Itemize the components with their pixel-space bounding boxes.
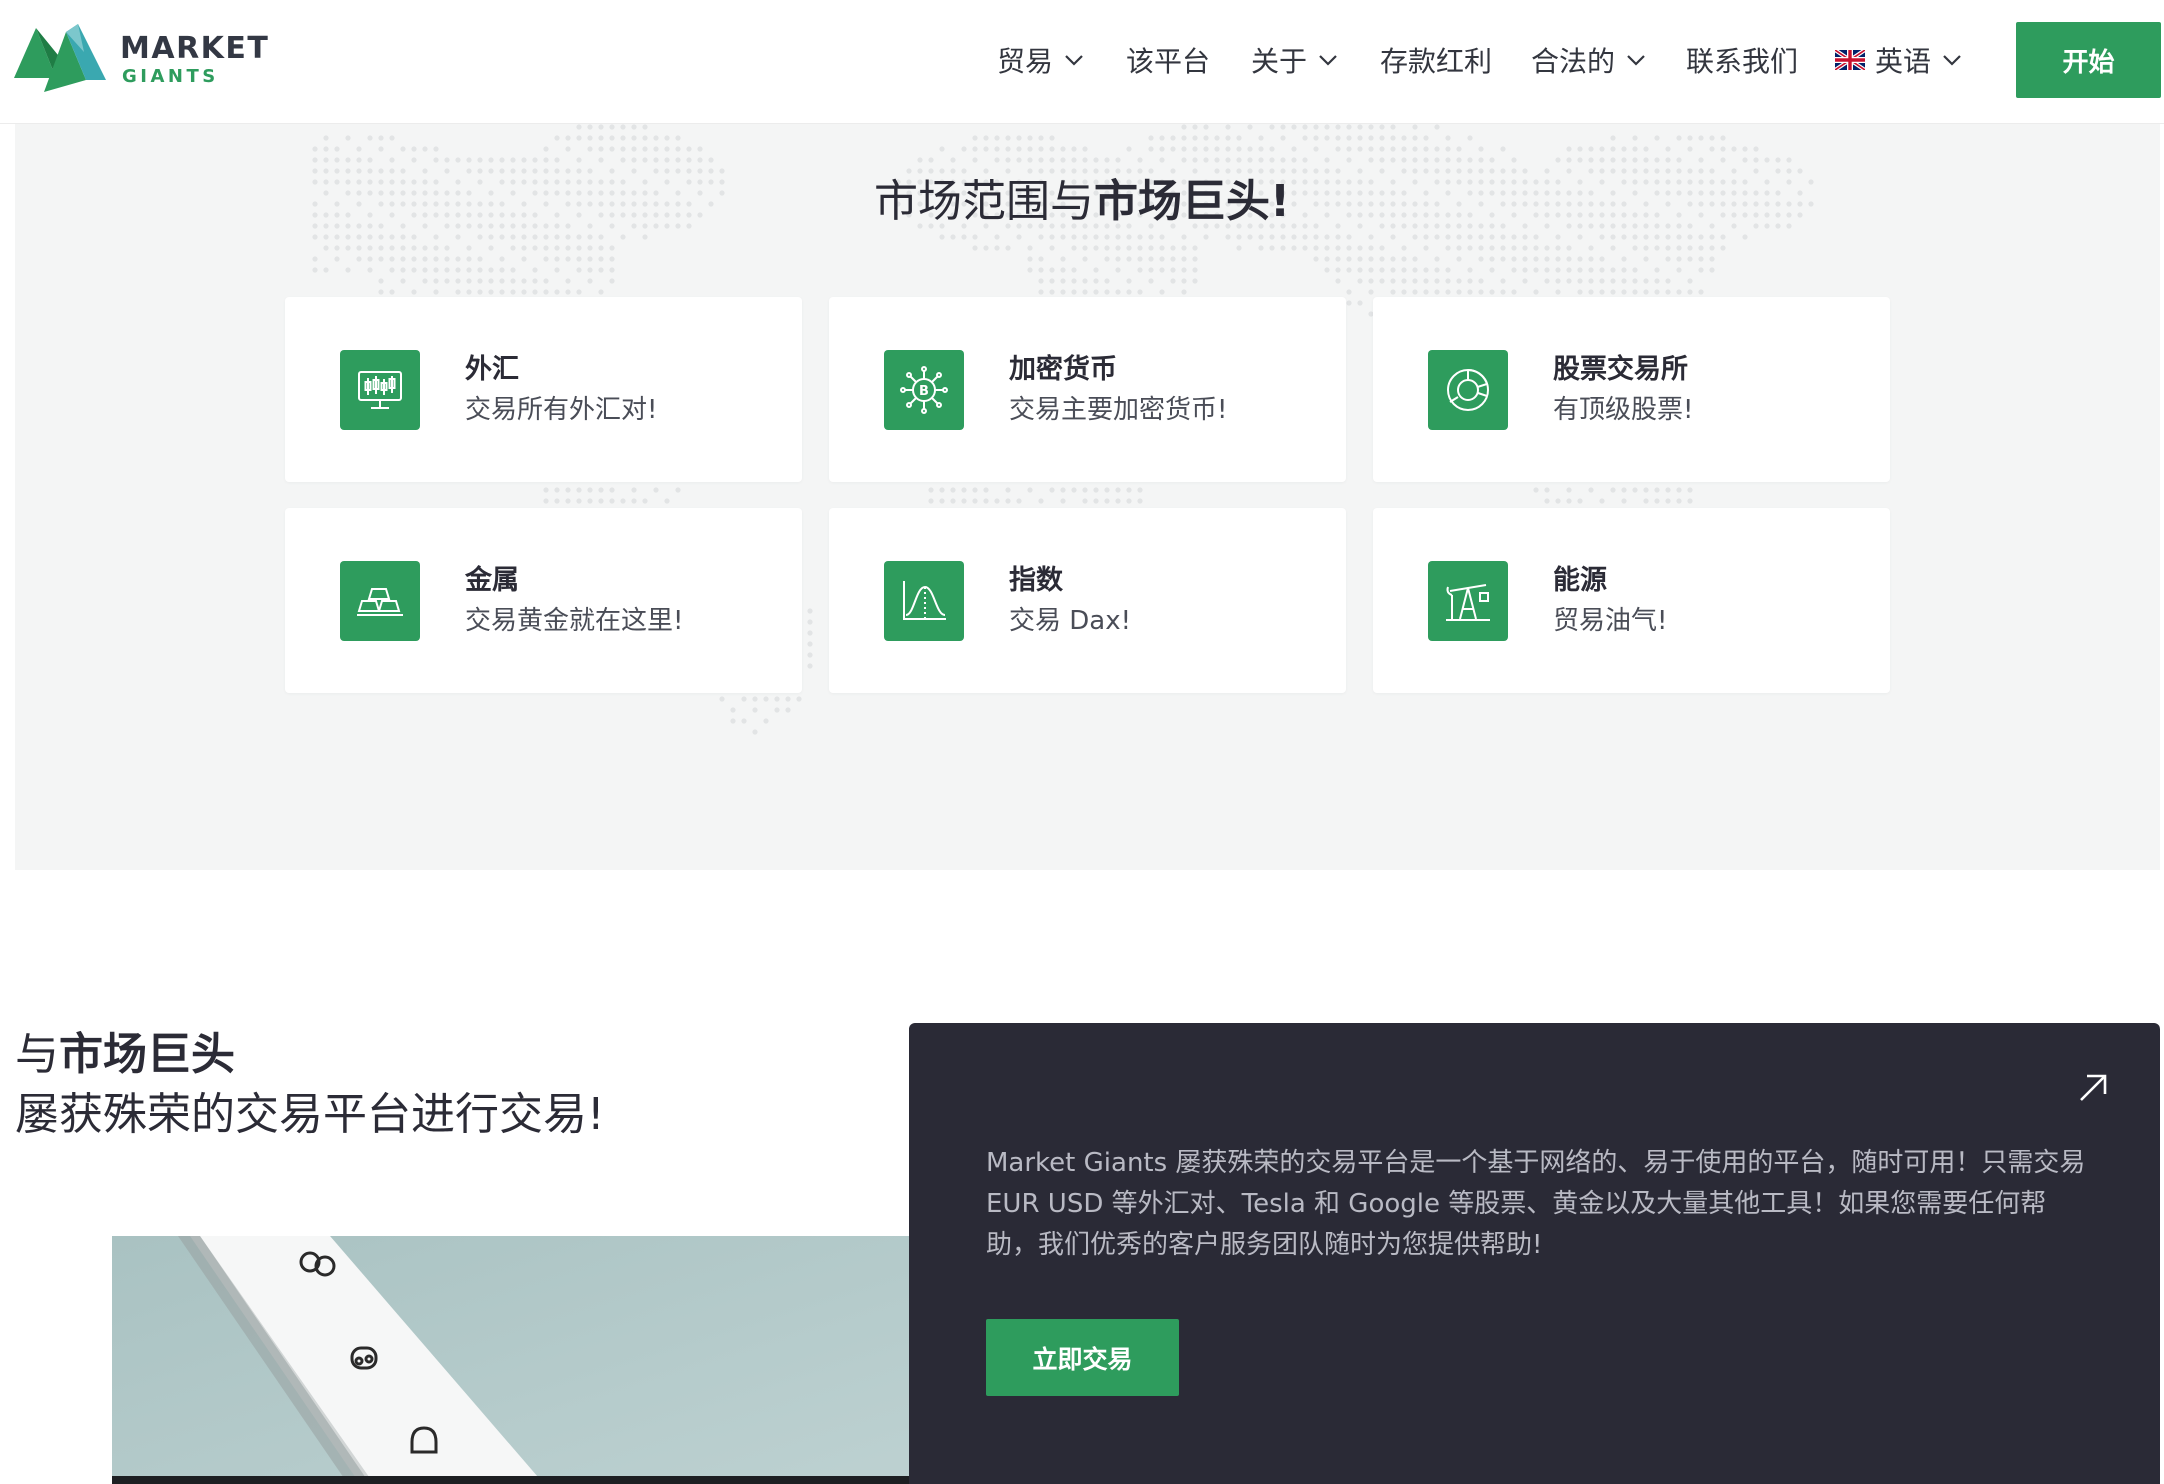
market-card-icon: B [884,350,964,430]
market-card-title: 金属 [465,565,519,596]
nav-item-legal[interactable]: 合法的 [1531,40,1647,80]
market-card-title: 指数 [1009,565,1063,596]
market-card-forex[interactable]: 外汇 交易所有外汇对! [285,297,802,482]
market-card-icon [1428,350,1508,430]
platform-description: Market Giants 屡获殊荣的交易平台是一个基于网络的、易于使用的平台，… [986,1148,2086,1260]
market-card-icon [340,350,420,430]
market-card-title: 股票交易所 [1553,354,1688,385]
markets-section [15,123,2160,870]
market-card-title: 能源 [1553,565,1607,596]
nav-item-label: 联系我们 [1686,45,1799,78]
market-card-energy[interactable]: 能源 贸易油气! [1373,508,1890,693]
market-card-stocks[interactable]: 股票交易所 有顶级股票! [1373,297,1890,482]
oil-pump-icon [1446,584,1490,621]
market-card-indices[interactable]: 指数 交易 Dax! [829,508,1346,693]
market-card-icon [340,561,420,641]
platform-title-normal: 与 [15,1029,59,1080]
chevron-down-icon [1627,55,1645,66]
start-button[interactable]: 开始 [2016,22,2161,98]
market-card-metals[interactable]: 金属 交易黄金就在这里! [285,508,802,693]
platform-photo-graphic [112,1236,912,1484]
nav-item-label: 该平台 [1126,45,1211,78]
market-card-subtitle: 有顶级股票! [1553,395,1694,425]
logo-wordmark: MARKET [120,31,270,66]
site-header: MARKET GIANTS 贸易 该平台 关于 存款红利 合法的 联系我们 英语… [0,0,2164,124]
nav-item-trade[interactable]: 贸易 [997,40,1085,80]
market-card-subtitle: 交易 Dax! [1009,606,1132,636]
logo-subtitle: GIANTS [122,66,219,87]
markets-title-normal: 市场范围与 [873,176,1094,227]
platform-info-panel: Market Giants 屡获殊荣的交易平台是一个基于网络的、易于使用的平台，… [909,1023,2160,1484]
language-label: 英语 [1875,45,1932,78]
nav-item-about[interactable]: 关于 [1251,40,1339,80]
market-card-subtitle: 交易所有外汇对! [465,395,658,425]
logo-mark-icon [14,24,106,92]
nav-item-label: 合法的 [1531,45,1616,78]
monitor-chart-icon [358,371,402,409]
market-card-subtitle: 交易主要加密货币! [1009,395,1228,425]
arrow-up-right-icon[interactable] [2076,1071,2110,1105]
gold-bars-icon [357,588,403,616]
platform-title: 与市场巨头 [15,1025,235,1085]
market-card-icon [1428,561,1508,641]
nav-item-label: 关于 [1251,45,1308,78]
uk-flag-icon [1835,50,1865,70]
bitcoin-network-icon: B [900,366,948,414]
pie-chart-icon [1447,369,1489,411]
market-card-icon [884,561,964,641]
nav-item-contact[interactable]: 联系我们 [1686,40,1798,80]
chevron-down-icon [1943,55,1961,66]
nav-item-label: 贸易 [997,45,1054,78]
language-selector[interactable]: 英语 [1835,40,1963,80]
world-map-background [312,124,1825,735]
market-giants-logo[interactable]: MARKET GIANTS [14,22,268,100]
bell-curve-icon [903,581,946,620]
market-card-title: 外汇 [465,354,519,385]
market-card-title: 加密货币 [1009,354,1117,385]
nav-item-deposit-bonus[interactable]: 存款红利 [1380,40,1492,80]
platform-title-bold: 市场巨头 [59,1029,235,1080]
svg-text:B: B [919,384,929,399]
market-card-subtitle: 交易黄金就在这里! [465,606,684,636]
trade-now-button[interactable]: 立即交易 [986,1319,1179,1396]
markets-title: 市场范围与市场巨头! [0,172,2164,232]
platform-photo [112,1236,912,1484]
nav-item-platform[interactable]: 该平台 [1126,40,1210,80]
chevron-down-icon [1319,55,1337,66]
nav-item-label: 存款红利 [1380,45,1493,78]
market-card-crypto[interactable]: B 加密货币 交易主要加密货币! [829,297,1346,482]
platform-subtitle: 屡获殊荣的交易平台进行交易! [15,1089,605,1140]
chevron-down-icon [1065,55,1083,66]
markets-title-bold: 市场巨头! [1093,176,1291,227]
market-card-subtitle: 贸易油气! [1553,606,1668,636]
